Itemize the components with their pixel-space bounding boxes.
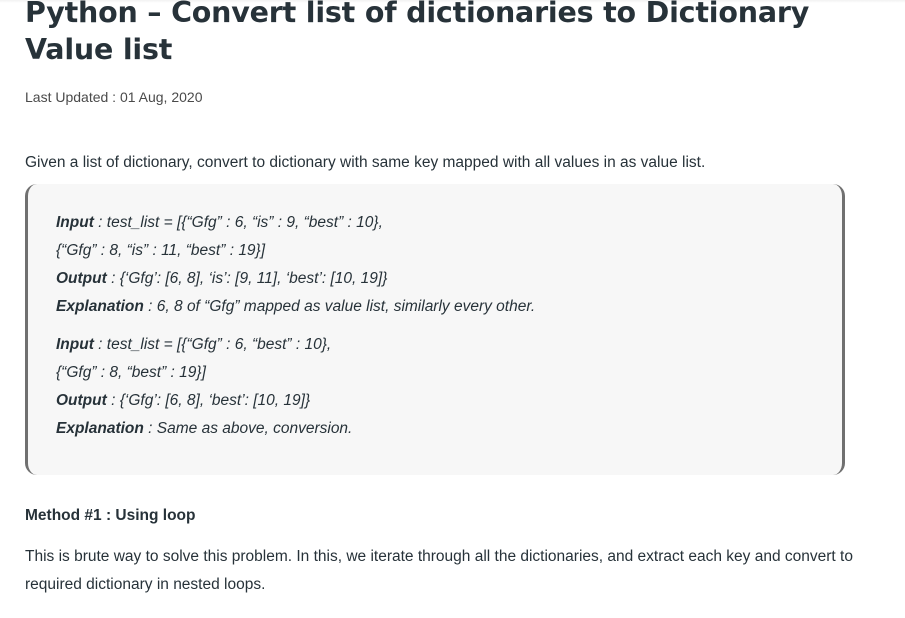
explanation-label: Explanation bbox=[56, 420, 144, 437]
method-heading: Method #1 : Using loop bbox=[25, 507, 196, 524]
article-title: Python – Convert list of dictionaries to… bbox=[25, 0, 810, 66]
output-label: Output bbox=[56, 392, 107, 409]
explanation-value: : 6, 8 of “Gfg” mapped as value list, si… bbox=[143, 298, 536, 315]
input-value: : test_list = [{“Gfg” : 6, “best” : 10}, bbox=[93, 336, 332, 353]
example-1-output-line: Output : {‘Gfg’: [6, 8], ‘is’: [9, 11], … bbox=[56, 269, 387, 289]
method-description: This is brute way to solve this problem.… bbox=[25, 548, 853, 593]
example-blockquote: Input : test_list = [{“Gfg” : 6, “is” : … bbox=[25, 184, 845, 475]
example-2-output-line: Output : {‘Gfg’: [6, 8], ‘best’: [10, 19… bbox=[56, 391, 310, 411]
output-value: : {‘Gfg’: [6, 8], ‘best’: [10, 19]} bbox=[106, 392, 311, 409]
explanation-label: Explanation bbox=[56, 298, 144, 315]
example-1-input-continuation: {“Gfg” : 8, “is” : 11, “best” : 19}] bbox=[56, 242, 266, 259]
output-value: : {‘Gfg’: [6, 8], ‘is’: [9, 11], ‘best’:… bbox=[106, 270, 388, 287]
example-1-input-line: Input : test_list = [{“Gfg” : 6, “is” : … bbox=[56, 213, 383, 233]
output-label: Output bbox=[56, 270, 107, 287]
last-updated-date: Last Updated : 01 Aug, 2020 bbox=[25, 89, 203, 105]
input-label: Input bbox=[56, 336, 94, 353]
input-label: Input bbox=[56, 214, 94, 231]
example-2-input-line: Input : test_list = [{“Gfg” : 6, “best” … bbox=[56, 335, 331, 355]
input-value: : test_list = [{“Gfg” : 6, “is” : 9, “be… bbox=[93, 214, 383, 231]
intro-paragraph: Given a list of dictionary, convert to d… bbox=[25, 154, 706, 171]
example-2-explanation-line: Explanation : Same as above, conversion. bbox=[56, 419, 352, 439]
example-2-input-continuation: {“Gfg” : 8, “best” : 19}] bbox=[56, 364, 206, 381]
explanation-value: : Same as above, conversion. bbox=[143, 420, 353, 437]
example-1-explanation-line: Explanation : 6, 8 of “Gfg” mapped as va… bbox=[56, 297, 535, 317]
